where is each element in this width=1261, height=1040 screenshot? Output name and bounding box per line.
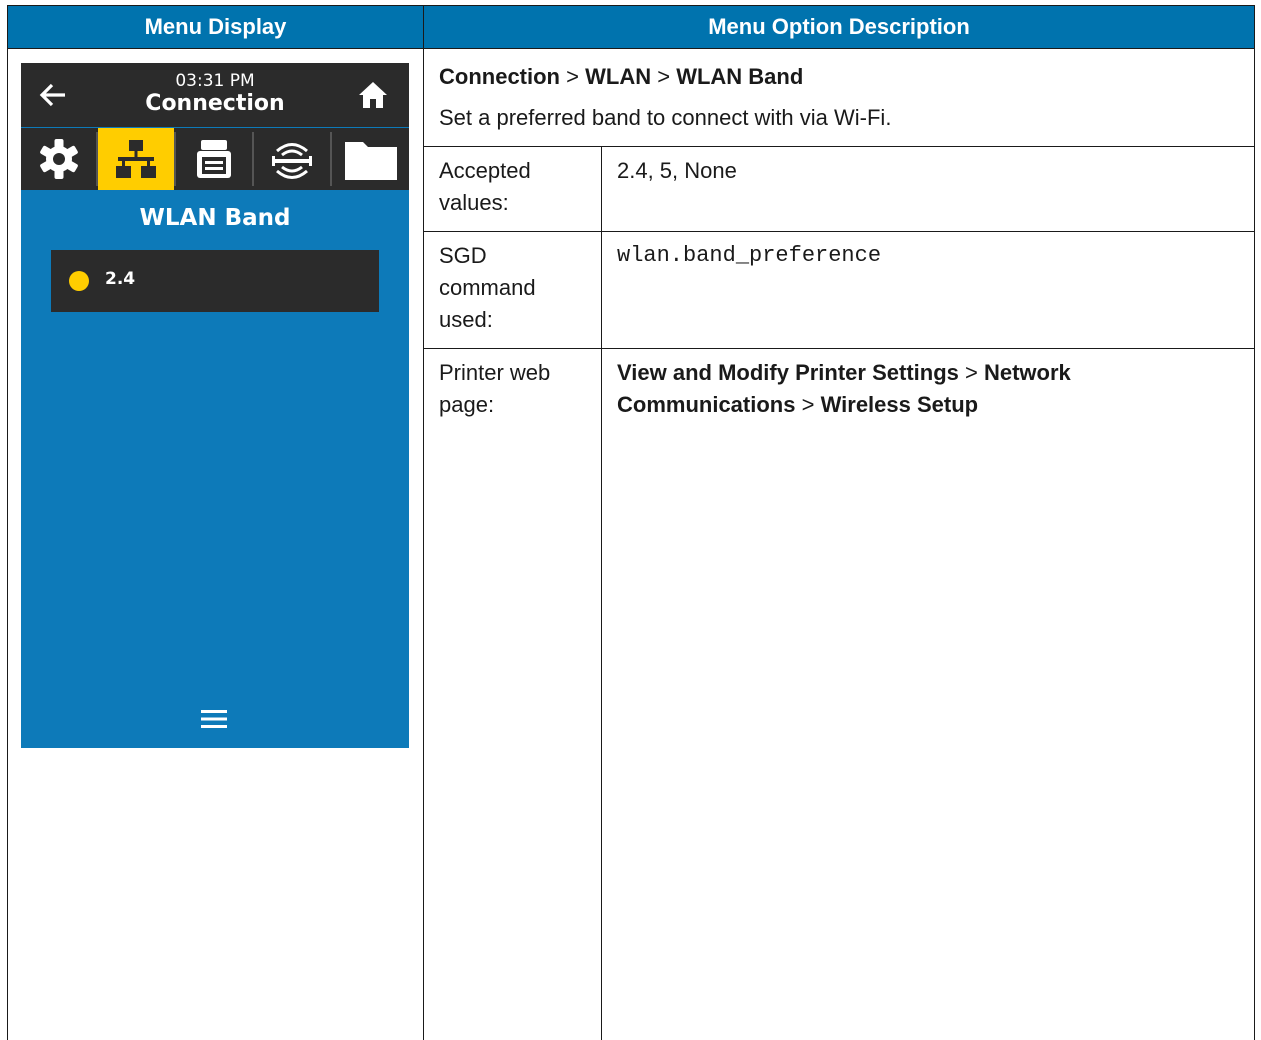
path-separator: > xyxy=(801,392,815,417)
option-selected[interactable]: 2.4 xyxy=(51,250,379,312)
menu-item-title: WLAN Band xyxy=(139,205,291,231)
category-tabs xyxy=(21,128,409,190)
border-left xyxy=(7,48,8,1040)
border-inner xyxy=(601,146,602,1040)
path-wlan-band: WLAN Band xyxy=(676,64,804,89)
header-menu-display: Menu Display xyxy=(7,5,424,49)
option-label: 2.4 xyxy=(105,269,136,289)
web-path-part: Wireless Setup xyxy=(820,392,979,417)
border-right xyxy=(1254,48,1255,1040)
sgd-command-label: SGD command used: xyxy=(439,243,536,332)
printer-web-page-label: Printer web page: xyxy=(439,360,551,417)
web-path-part: View and Modify Printer Settings xyxy=(617,360,959,385)
path-wlan: WLAN xyxy=(585,64,652,89)
tab-connection[interactable] xyxy=(98,128,174,190)
wireless-icon xyxy=(272,143,312,179)
menu-icon[interactable] xyxy=(199,707,229,731)
printer-icon xyxy=(197,140,231,178)
tab-wireless[interactable] xyxy=(254,128,330,190)
header-menu-option-description: Menu Option Description xyxy=(423,5,1255,49)
screen-title: Connection xyxy=(145,91,285,116)
status-bar: 03:31 PM Connection xyxy=(21,63,409,127)
sgd-command-value: wlan.band_preference xyxy=(617,243,882,268)
tab-storage[interactable] xyxy=(332,128,409,190)
tab-settings[interactable] xyxy=(21,128,96,190)
accepted-values-label: Accepted values: xyxy=(439,158,531,215)
printer-display: 03:31 PM Connection WLAN Band 2.4 xyxy=(21,63,409,748)
row-border-1 xyxy=(423,146,1255,147)
accepted-values: 2.4, 5, None xyxy=(617,158,737,183)
border-middle xyxy=(423,48,424,1040)
gear-icon xyxy=(39,139,78,179)
menu-path: Connection > WLAN > WLAN Band xyxy=(439,61,803,93)
row-border-2 xyxy=(423,231,1255,232)
menu-table: Menu Display Menu Option Description 03:… xyxy=(7,5,1255,1040)
home-icon[interactable] xyxy=(357,79,389,111)
folder-icon xyxy=(344,142,397,180)
network-icon xyxy=(116,140,156,178)
path-separator: > xyxy=(657,64,671,89)
path-separator: > xyxy=(566,64,579,89)
radio-selected-icon xyxy=(69,271,89,291)
path-separator: > xyxy=(965,360,978,385)
row-border-3 xyxy=(423,348,1255,349)
path-connection: Connection xyxy=(439,64,560,89)
clock: 03:31 PM xyxy=(175,71,255,91)
printer-web-page-path: View and Modify Printer Settings > Netwo… xyxy=(617,357,1237,421)
option-description: Set a preferred band to connect with via… xyxy=(439,105,892,130)
tab-print[interactable] xyxy=(176,128,252,190)
